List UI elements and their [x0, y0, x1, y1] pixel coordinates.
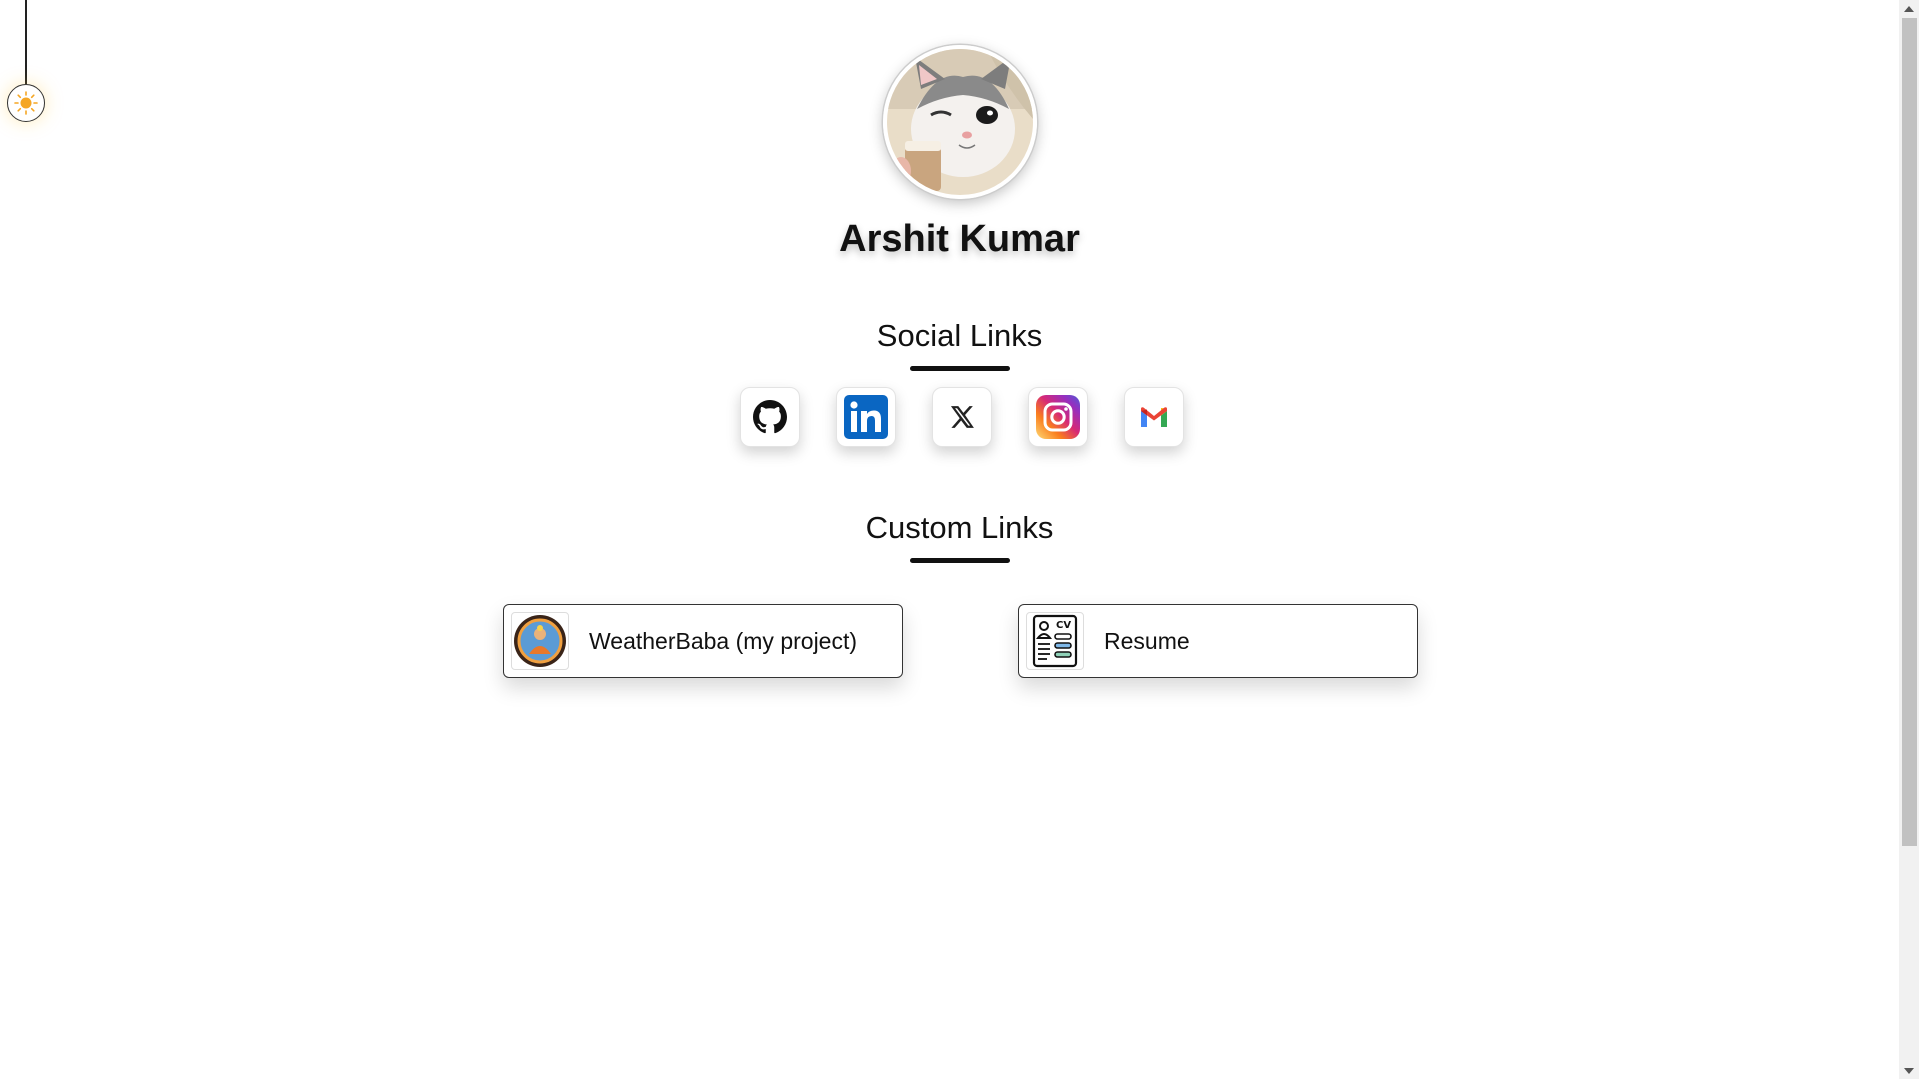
scrollbar-thumb[interactable]	[1902, 18, 1917, 846]
social-links-row	[740, 387, 1184, 447]
x-twitter-icon	[950, 406, 974, 428]
gmail-link[interactable]	[1124, 387, 1184, 447]
linkedin-icon	[844, 395, 888, 439]
sun-icon	[14, 91, 38, 115]
profile-avatar[interactable]	[883, 45, 1037, 199]
custom-links-heading: Custom Links	[865, 510, 1054, 545]
weatherbaba-logo-icon	[514, 615, 566, 667]
vertical-scrollbar[interactable]	[1899, 0, 1919, 1079]
social-links-heading: Social Links	[876, 318, 1043, 353]
profile-name: Arshit Kumar	[839, 218, 1080, 260]
custom-link-label: WeatherBaba (my project)	[589, 627, 858, 654]
profile-page: Arshit Kumar Social Links Custom Links W…	[0, 0, 1899, 1079]
scroll-down-arrow-icon[interactable]	[1899, 1062, 1919, 1079]
toggle-string	[25, 0, 27, 84]
custom-link-resume[interactable]: CV Resume	[1018, 604, 1418, 678]
weatherbaba-thumbnail	[511, 612, 569, 670]
linkedin-link[interactable]	[836, 387, 896, 447]
custom-link-label: Resume	[1104, 627, 1190, 654]
github-link[interactable]	[740, 387, 800, 447]
theme-toggle-button[interactable]	[7, 84, 45, 122]
svg-text:CV: CV	[1056, 620, 1071, 631]
custom-link-weatherbaba[interactable]: WeatherBaba (my project)	[503, 604, 903, 678]
gmail-icon	[1141, 407, 1167, 427]
instagram-link[interactable]	[1028, 387, 1088, 447]
resume-thumbnail: CV	[1026, 612, 1084, 670]
instagram-icon	[1036, 395, 1080, 439]
social-links-underline	[910, 366, 1010, 371]
github-icon	[753, 400, 787, 434]
custom-links-underline	[910, 558, 1010, 563]
cat-avatar-image	[887, 49, 1033, 195]
cv-document-icon: CV	[1032, 614, 1078, 668]
scroll-up-arrow-icon[interactable]	[1899, 0, 1919, 17]
x-twitter-link[interactable]	[932, 387, 992, 447]
